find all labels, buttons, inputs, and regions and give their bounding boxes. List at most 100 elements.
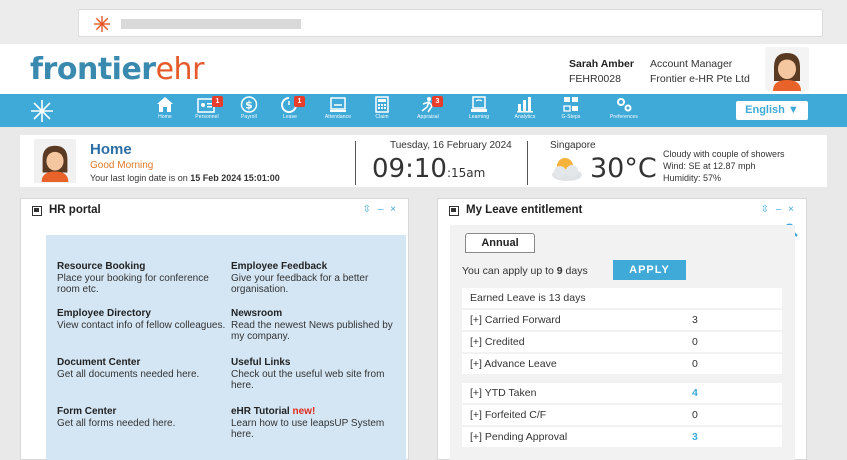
weather-summary: Cloudy with couple of showers <box>663 149 785 159</box>
app-logo[interactable]: frontierehr <box>30 52 204 87</box>
panel-window-controls[interactable]: ⇳ – × <box>363 204 398 215</box>
weather-details: Cloudy with couple of showers Wind: SE a… <box>663 148 785 184</box>
avatar[interactable] <box>765 47 809 91</box>
portal-item-title: Employee Feedback <box>231 261 328 272</box>
portal-item-newsroom[interactable]: Newsroom Read the newest News published b… <box>231 308 401 343</box>
nav-attendance[interactable]: Attendance <box>318 96 358 126</box>
panel-header: My Leave entitlement ⇳ – × <box>438 199 806 223</box>
notification-badge: 1 <box>212 96 223 107</box>
nav-payroll[interactable]: $ Payroll <box>229 96 269 126</box>
portal-item-title: Document Center <box>57 357 141 368</box>
divider <box>527 141 528 185</box>
leave-row-value: 3 <box>692 314 698 326</box>
user-name: Sarah Amber <box>569 58 634 70</box>
nav-analytics[interactable]: Analytics <box>505 96 545 126</box>
nav-claim[interactable]: Claim <box>362 96 402 126</box>
leave-row-forfeited[interactable]: [+] Forfeited C/F 0 <box>462 405 782 425</box>
panel-title: HR portal <box>49 204 101 216</box>
leave-entitlement-panel: My Leave entitlement ⇳ – × Annual You ca… <box>437 198 807 460</box>
portal-item-desc: Read the newest News published by my com… <box>231 319 393 343</box>
current-time: 09:10:15am <box>372 154 485 184</box>
panel-header: HR portal ⇳ – × <box>21 199 408 223</box>
leave-row-pending-approval[interactable]: [+] Pending Approval 3 <box>462 427 782 447</box>
avatar <box>34 139 76 183</box>
portal-item-desc: Get all forms needed here. <box>57 417 176 429</box>
logo-text-ehr: ehr <box>155 52 205 87</box>
home-info-bar: Home Good Morning Your last login date i… <box>20 135 827 187</box>
user-role: Account Manager Frontier e-HR Pte Ltd <box>650 57 750 87</box>
temperature: 30°C <box>590 153 657 184</box>
tab-annual[interactable]: Annual <box>465 233 535 253</box>
home-icon <box>157 97 173 112</box>
earned-leave: Earned Leave is 13 days <box>462 288 782 308</box>
nav-personnel[interactable]: 1 Personnel <box>187 96 227 126</box>
portal-item-form-center[interactable]: Form Center Get all forms needed here. <box>57 406 227 429</box>
apply-limit-days: 9 <box>556 265 563 277</box>
user-id: FEHR0028 <box>569 73 621 85</box>
leave-row-value[interactable]: 3 <box>692 427 698 447</box>
weather-city: Singapore <box>550 140 596 151</box>
snowflake-icon <box>94 16 110 32</box>
portal-item-employee-feedback[interactable]: Employee Feedback Give your feedback for … <box>231 261 401 296</box>
leave-content: Annual You can apply up to 9 days APPLY … <box>450 225 795 460</box>
new-badge: new! <box>292 406 316 417</box>
nav-home[interactable]: Home <box>145 96 185 126</box>
snowflake-icon[interactable] <box>30 99 54 123</box>
leave-row-carried-forward[interactable]: [+] Carried Forward 3 <box>462 310 782 330</box>
portal-item-desc: Place your booking for conference room e… <box>57 272 209 296</box>
divider <box>355 141 356 185</box>
leave-row-credited[interactable]: [+] Credited 0 <box>462 332 782 352</box>
nav-label: Home <box>158 114 172 120</box>
nav-appraisal[interactable]: 3 Appraisal <box>408 96 448 126</box>
portal-item-title: eHR Tutorial <box>231 406 290 417</box>
portal-item-document-center[interactable]: Document Center Get all documents needed … <box>57 357 227 380</box>
panel-icon <box>449 206 459 216</box>
apply-limit-suffix: days <box>565 265 588 277</box>
cloudy-weather-icon <box>552 158 582 181</box>
leave-row-value: 0 <box>692 358 698 370</box>
portal-item-title: Resource Booking <box>57 261 146 272</box>
browser-tab[interactable] <box>78 9 823 37</box>
leave-row-value[interactable]: 4 <box>692 383 698 403</box>
nav-label: Payroll <box>241 114 257 120</box>
weather-humidity: Humidity: 57% <box>663 173 722 183</box>
last-login: Your last login date is on 15 Feb 2024 1… <box>90 173 280 183</box>
portal-item-desc: Give your feedback for a better organisa… <box>231 272 369 296</box>
attendance-icon <box>330 97 346 112</box>
leave-row-ytd-taken[interactable]: [+] YTD Taken 4 <box>462 383 782 403</box>
apply-button[interactable]: APPLY <box>613 260 686 280</box>
portal-item-title: Newsroom <box>231 308 283 319</box>
leave-row-value: 0 <box>692 409 698 421</box>
nav-g-steps[interactable]: G-Steps <box>551 96 591 126</box>
portal-links: Resource Booking Place your booking for c… <box>46 235 406 460</box>
nav-label: Analytics <box>514 114 536 120</box>
leave-row-advance-leave[interactable]: [+] Advance Leave 0 <box>462 354 782 374</box>
portal-item-ehr-tutorial[interactable]: eHR Tutorial new! Learn how to use leapsU… <box>231 406 401 441</box>
last-login-value: 15 Feb 2024 15:01:00 <box>190 173 280 183</box>
nav-label: Preferences <box>609 114 639 120</box>
nav-preferences[interactable]: Preferences <box>604 96 644 126</box>
logo-text-frontier: frontier <box>30 52 156 87</box>
nav-label: Claim <box>375 114 389 120</box>
learning-icon <box>471 96 487 112</box>
portal-item-resource-booking[interactable]: Resource Booking Place your booking for c… <box>57 261 227 296</box>
notification-badge: 1 <box>294 96 305 107</box>
panel-window-controls[interactable]: ⇳ – × <box>761 204 796 215</box>
nav-learning[interactable]: Learning <box>459 96 499 126</box>
leave-row-label: [+] Forfeited C/F <box>470 409 547 421</box>
browser-strip <box>0 0 847 44</box>
last-login-label: Your last login date is on <box>90 173 188 183</box>
nav-label: Personnel <box>195 114 219 120</box>
nav-label: Appraisal <box>417 114 439 120</box>
leave-row-value: 0 <box>692 336 698 348</box>
portal-item-title: Form Center <box>57 406 117 417</box>
nav-label: Attendance <box>324 114 352 120</box>
page-title: Home <box>90 141 132 158</box>
language-select[interactable]: English ▼ <box>736 101 808 120</box>
portal-item-employee-directory[interactable]: Employee Directory View contact info of f… <box>57 308 227 331</box>
nav-leave[interactable]: 1 Leave <box>270 96 310 126</box>
portal-item-useful-links[interactable]: Useful Links Check out the useful web sit… <box>231 357 401 392</box>
bar-chart-icon <box>517 97 533 113</box>
apply-limit-prefix: You can apply up to <box>462 265 554 277</box>
greeting: Good Morning <box>90 160 154 171</box>
